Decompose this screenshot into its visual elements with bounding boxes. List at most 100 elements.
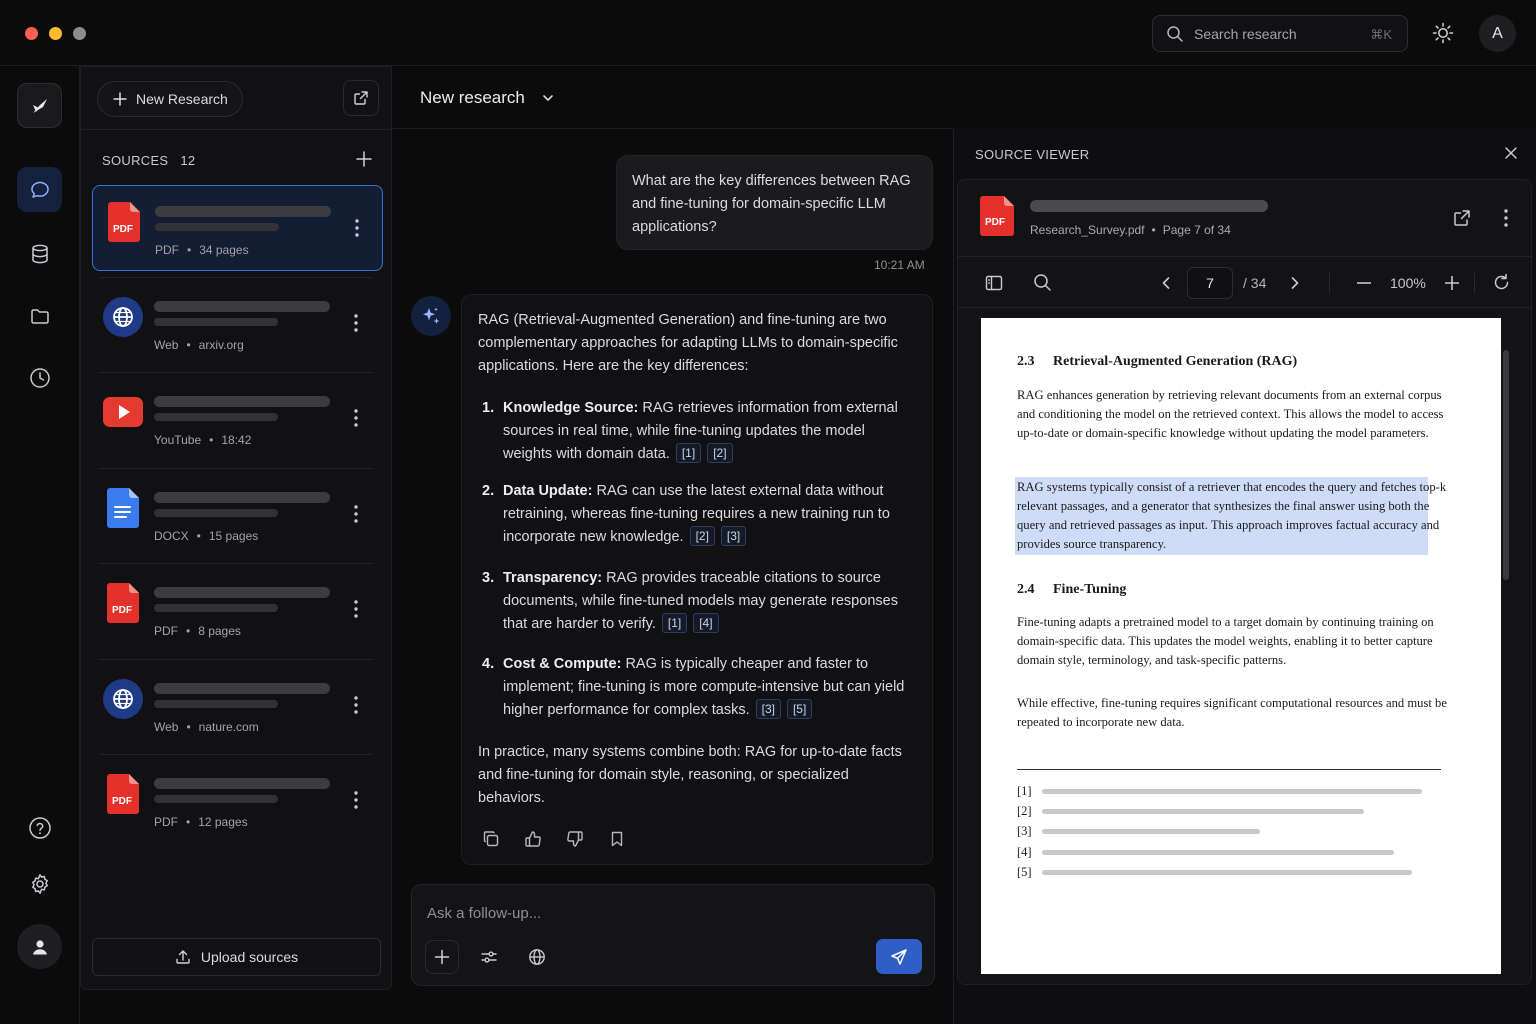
- citation-chip[interactable]: [1]: [661, 613, 688, 633]
- new-research-button[interactable]: New Research: [97, 81, 243, 117]
- reference-text-placeholder: [1042, 809, 1364, 815]
- open-external-icon[interactable]: [1452, 208, 1472, 228]
- rail-settings-button[interactable]: [17, 861, 62, 906]
- next-page-icon[interactable]: [1290, 276, 1300, 290]
- youtube-icon: [103, 392, 143, 432]
- citation-chip[interactable]: [5]: [786, 699, 813, 719]
- point-number: 2.: [482, 483, 495, 499]
- more-options-icon[interactable]: [1504, 209, 1508, 227]
- source-meta: YouTube • 18:42: [154, 433, 252, 447]
- reference-label: [4]: [1017, 844, 1032, 859]
- citation-chip[interactable]: [2]: [689, 526, 715, 546]
- chat-title-dropdown[interactable]: New research: [420, 88, 555, 108]
- more-options-icon[interactable]: [354, 791, 358, 809]
- plus-icon: [434, 949, 450, 965]
- zoom-in-icon[interactable]: [1445, 276, 1459, 290]
- source-card-web[interactable]: Web • nature.com: [92, 663, 383, 749]
- source-divider: [99, 754, 373, 755]
- citation-chip[interactable]: [4]: [693, 613, 719, 633]
- rail-help-button[interactable]: [17, 805, 62, 850]
- paragraph-rag-overview: RAG enhances generation by retrieving re…: [1017, 388, 1444, 440]
- thumbs-down-icon[interactable]: [566, 830, 584, 848]
- docx-file-icon: [107, 487, 147, 528]
- search-in-document-icon[interactable]: [1033, 273, 1052, 292]
- previous-page-icon[interactable]: [1161, 276, 1171, 290]
- source-meta: Web • arxiv.org: [154, 337, 244, 352]
- send-button[interactable]: [876, 939, 922, 974]
- folder-icon: [29, 305, 51, 327]
- svg-text:PDF: PDF: [112, 796, 132, 807]
- theme-toggle-sun-icon[interactable]: [1432, 22, 1454, 44]
- source-type: Web: [154, 337, 179, 352]
- upload-sources-button[interactable]: Upload sources: [92, 938, 381, 976]
- svg-text:PDF: PDF: [112, 605, 132, 616]
- source-title-placeholder: [154, 491, 330, 503]
- bookmark-icon[interactable]: [608, 830, 626, 848]
- close-window-dot[interactable]: [25, 27, 38, 40]
- copy-icon[interactable]: [482, 830, 500, 848]
- more-options-icon[interactable]: [354, 409, 358, 427]
- section-number: 2.4: [1017, 582, 1035, 597]
- rail-database-button[interactable]: [17, 231, 62, 276]
- rotate-icon[interactable]: [1492, 273, 1511, 292]
- citation-chip[interactable]: [3]: [720, 526, 747, 546]
- profile-icon: [30, 937, 50, 957]
- more-options-icon[interactable]: [354, 313, 358, 332]
- references-rule: [1017, 769, 1441, 770]
- zoom-out-icon[interactable]: [1357, 282, 1371, 284]
- search-shortcut: ⌘K: [1370, 27, 1392, 42]
- page-total: / 34: [1243, 275, 1267, 291]
- composer-input[interactable]: Ask a follow-up...: [427, 905, 541, 922]
- upload-sources-label: Upload sources: [200, 949, 299, 965]
- source-type: PDF: [155, 243, 179, 257]
- zoom-window-dot[interactable]: [73, 27, 86, 40]
- source-meta: PDF • 8 pages: [154, 624, 241, 638]
- thumbs-up-icon[interactable]: [524, 830, 542, 848]
- citation-chip[interactable]: [2]: [707, 443, 733, 463]
- globe-icon: [103, 678, 143, 719]
- rail-history-button[interactable]: [17, 355, 62, 400]
- open-external-button[interactable]: [343, 80, 379, 116]
- source-divider: [99, 467, 373, 469]
- more-options-icon[interactable]: [354, 504, 358, 523]
- source-meta: DOCX • 15 pages: [154, 528, 259, 543]
- web-search-button[interactable]: [520, 940, 554, 974]
- document-scrollbar[interactable]: [1503, 350, 1509, 580]
- filters-button[interactable]: [472, 940, 506, 974]
- rail-chat-button[interactable]: [17, 167, 62, 212]
- sparkle-icon: [420, 305, 442, 327]
- source-card-youtube[interactable]: YouTube • 18:42: [92, 376, 383, 462]
- search-bar[interactable]: Search research ⌘K: [1152, 15, 1408, 52]
- globe-icon: [528, 948, 546, 966]
- response-point: 1. Knowledge Source: RAG retrieves inform…: [478, 397, 918, 466]
- point-title: Cost & Compute:: [503, 656, 622, 672]
- logo-button[interactable]: [17, 83, 62, 128]
- source-card-pdf[interactable]: PDF PDF • 34 pages: [92, 185, 383, 271]
- more-options-icon[interactable]: [354, 600, 358, 618]
- svg-text:PDF: PDF: [113, 224, 133, 235]
- more-options-icon[interactable]: [355, 219, 359, 237]
- add-source-plus-icon[interactable]: [356, 151, 372, 167]
- attach-button[interactable]: [425, 940, 459, 974]
- message-timestamp: 10:21 AM: [874, 258, 925, 272]
- rail-profile-button[interactable]: [17, 924, 62, 969]
- rail-folder-button[interactable]: [17, 293, 62, 338]
- source-card-pdf[interactable]: PDF PDF • 8 pages: [92, 567, 383, 653]
- minimize-window-dot[interactable]: [49, 27, 62, 40]
- source-type: PDF: [154, 815, 178, 829]
- citation-chip[interactable]: [1]: [675, 443, 702, 463]
- source-card-pdf[interactable]: PDF PDF • 12 pages: [92, 758, 383, 844]
- citation-chip[interactable]: [3]: [755, 699, 781, 719]
- sidebar-toggle-icon[interactable]: [985, 274, 1003, 292]
- pdf-file-icon: PDF: [107, 583, 147, 623]
- user-avatar[interactable]: A: [1479, 15, 1516, 52]
- document-title-placeholder: [1030, 200, 1268, 212]
- more-options-icon[interactable]: [354, 695, 358, 714]
- close-icon[interactable]: [1504, 146, 1518, 160]
- source-divider: [99, 658, 373, 660]
- source-card-web[interactable]: Web • arxiv.org: [92, 281, 383, 367]
- page-number-input[interactable]: 7: [1187, 267, 1233, 299]
- reference-label: [1]: [1017, 784, 1032, 798]
- source-card-docx[interactable]: DOCX • 15 pages: [92, 472, 383, 558]
- reference-label: [3]: [1017, 824, 1032, 839]
